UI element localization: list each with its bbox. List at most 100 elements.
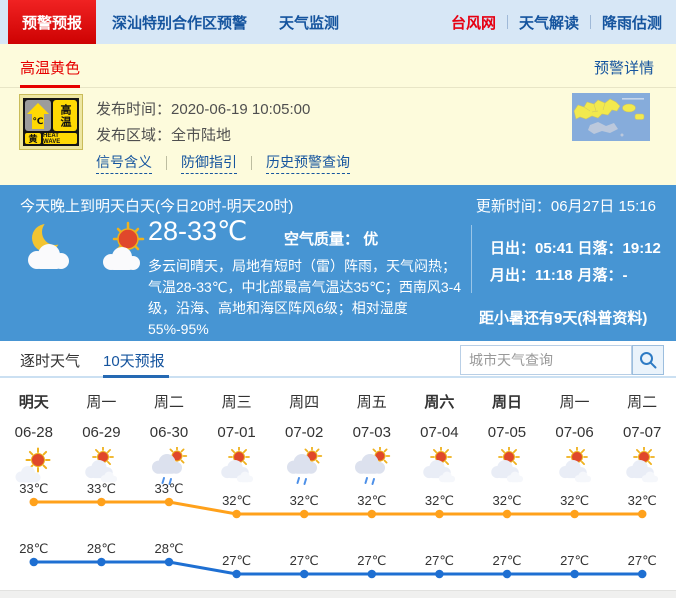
up-arrow-temp-icon: ℃ xyxy=(26,102,50,130)
svg-text:32℃: 32℃ xyxy=(492,493,521,508)
forecast-day-column[interactable]: 周日 07-05 xyxy=(473,378,541,487)
forecast-day-columns: 明天06-28 周一 06-29 周二06-30 周三07-01 周四07-02 xyxy=(0,378,676,487)
forecast-day-column[interactable]: 周五 07-03 xyxy=(338,378,406,487)
sunset: 日落：19:12 xyxy=(578,235,666,262)
top-navigation: 预警预报 深汕特别合作区预警 天气监测 台风网 天气解读 降雨估测 xyxy=(0,0,676,44)
nav-tab-shenshan-warning[interactable]: 深汕特别合作区预警 xyxy=(96,0,263,44)
warning-tab-row: 高温黄色 预警详情 xyxy=(0,44,676,88)
svg-text:28℃: 28℃ xyxy=(154,541,183,556)
svg-text:27℃: 27℃ xyxy=(290,553,319,568)
publish-area-label: 发布区域： xyxy=(96,127,171,144)
warning-section: 高温黄色 预警详情 ℃ 高温 黄 HEAT WAVE 发布时间：2020-06-… xyxy=(0,44,676,185)
city-weather-search-input[interactable] xyxy=(460,345,632,375)
divider xyxy=(166,156,167,170)
current-forecast-section: 今天晚上到明天白天(今日20时-明天20时) 更新时间：06月27日 15:16… xyxy=(0,185,676,341)
update-time-value: 06月27日 15:16 xyxy=(551,198,656,215)
svg-text:27℃: 27℃ xyxy=(560,553,589,568)
day-name-label: 周二 xyxy=(608,391,676,412)
divider xyxy=(590,15,591,29)
top-nav-links: 台风网 天气解读 降雨估测 xyxy=(451,0,676,44)
warning-body: ℃ 高温 黄 HEAT WAVE 发布时间：2020-06-19 10:05:0… xyxy=(0,88,676,184)
divider xyxy=(251,156,252,170)
svg-text:32℃: 32℃ xyxy=(628,493,657,508)
update-time: 更新时间：06月27日 15:16 xyxy=(476,195,656,216)
forecast-period: 今天晚上到明天白天(今日20时-明天20时) xyxy=(20,195,293,216)
date-label: 06-28 xyxy=(0,424,68,441)
svg-text:32℃: 32℃ xyxy=(425,493,454,508)
link-weather-interpretation[interactable]: 天气解读 xyxy=(519,12,579,33)
update-time-label: 更新时间： xyxy=(476,198,551,215)
publish-area-value: 全市陆地 xyxy=(171,127,231,144)
link-typhoon-net[interactable]: 台风网 xyxy=(451,12,496,33)
forecast-tab-bar: 逐时天气 10天预报 xyxy=(0,341,676,378)
low-temp-line-chart: 28℃28℃28℃27℃27℃27℃27℃27℃27℃27℃ xyxy=(0,540,676,594)
publish-time-label: 发布时间： xyxy=(96,101,171,118)
current-header: 今天晚上到明天白天(今日20时-明天20时) 更新时间：06月27日 15:16 xyxy=(0,185,676,216)
day-name-label: 周五 xyxy=(338,391,406,412)
sun-moon-times: 日出：05:41 日落：19:12 月出：11:18 月落：- xyxy=(490,235,665,289)
svg-text:27℃: 27℃ xyxy=(628,553,657,568)
svg-text:28℃: 28℃ xyxy=(87,541,116,556)
tab-hourly-weather[interactable]: 逐时天气 xyxy=(20,350,80,371)
forecast-day-column[interactable]: 周三07-01 xyxy=(203,378,271,487)
weather-description: 多云间晴天，局地有短时（雷）阵雨，天气闷热；气温28-33℃，中北部最高气温达3… xyxy=(148,256,468,340)
day-name-label: 周二 xyxy=(135,391,203,412)
forecast-day-column[interactable]: 周一 07-06 xyxy=(541,378,609,487)
link-rain-estimate[interactable]: 降雨估测 xyxy=(602,12,662,33)
air-quality-value: 优 xyxy=(363,231,378,248)
date-label: 06-29 xyxy=(68,424,136,441)
moonrise: 月出：11:18 xyxy=(490,262,578,289)
forecast-day-column[interactable]: 周二06-30 xyxy=(135,378,203,487)
date-label: 07-05 xyxy=(473,424,541,441)
svg-text:32℃: 32℃ xyxy=(290,493,319,508)
heat-arrow-icon: ℃ xyxy=(25,100,51,131)
heat-wave-warning-icon: ℃ 高温 黄 HEAT WAVE xyxy=(20,95,82,149)
night-cloudy-moon-icon xyxy=(22,221,90,277)
forecast-day-column[interactable]: 周一 06-29 xyxy=(68,378,136,487)
warning-level-char: 黄 xyxy=(25,133,41,144)
high-temp-line-chart: 33℃33℃33℃32℃32℃32℃32℃32℃32℃32℃ xyxy=(0,480,676,534)
divider xyxy=(471,225,472,293)
day-name-label: 周日 xyxy=(473,391,541,412)
date-label: 07-06 xyxy=(541,424,609,441)
forecast-day-column[interactable]: 明天06-28 xyxy=(0,378,68,487)
publish-area-row: 发布区域：全市陆地 xyxy=(96,123,310,149)
date-label: 07-02 xyxy=(270,424,338,441)
forecast-day-column[interactable]: 周二07-07 xyxy=(608,378,676,487)
tab-ten-day-forecast[interactable]: 10天预报 xyxy=(103,350,165,371)
svg-text:33℃: 33℃ xyxy=(87,481,116,496)
svg-text:32℃: 32℃ xyxy=(357,493,386,508)
svg-text:27℃: 27℃ xyxy=(492,553,521,568)
day-name-label: 周一 xyxy=(541,391,609,412)
sunrise: 日出：05:41 xyxy=(490,235,578,262)
heat-wave-type-label: 高温 xyxy=(53,100,77,131)
date-label: 07-03 xyxy=(338,424,406,441)
warning-area-map[interactable] xyxy=(572,93,650,141)
next-section-edge xyxy=(0,590,676,598)
solar-term-note[interactable]: 距小暑还有9天(科普资料) xyxy=(479,307,647,328)
nav-tab-weather-monitor[interactable]: 天气监测 xyxy=(263,0,355,44)
temperature-range: 28-33℃ xyxy=(148,216,247,247)
day-name-label: 周三 xyxy=(203,391,271,412)
svg-text:27℃: 27℃ xyxy=(357,553,386,568)
ten-day-forecast: 明天06-28 周一 06-29 周二06-30 周三07-01 周四07-02 xyxy=(0,378,676,590)
forecast-day-column[interactable]: 周四07-02 xyxy=(270,378,338,487)
warning-level-tab[interactable]: 高温黄色 xyxy=(20,57,80,78)
air-quality: 空气质量： 优 xyxy=(284,228,378,249)
svg-text:33℃: 33℃ xyxy=(19,481,48,496)
svg-text:27℃: 27℃ xyxy=(425,553,454,568)
moonset: 月落：- xyxy=(578,262,666,289)
publish-time-value: 2020-06-19 10:05:00 xyxy=(171,101,310,118)
link-signal-meaning[interactable]: 信号含义 xyxy=(96,152,152,174)
warning-publish-info: 发布时间：2020-06-19 10:05:00 发布区域：全市陆地 xyxy=(96,97,310,149)
svg-text:32℃: 32℃ xyxy=(560,493,589,508)
search-button[interactable] xyxy=(632,345,664,375)
link-defense-guide[interactable]: 防御指引 xyxy=(181,152,237,174)
heat-wave-en-label: HEAT WAVE xyxy=(43,133,77,144)
link-history-warning-query[interactable]: 历史预警查询 xyxy=(266,152,350,174)
nav-tab-warning-forecast[interactable]: 预警预报 xyxy=(8,0,96,44)
forecast-day-column[interactable]: 周六07-04 xyxy=(406,378,474,487)
search-icon xyxy=(638,350,658,370)
day-name-label: 周一 xyxy=(68,391,136,412)
warning-detail-link[interactable]: 预警详情 xyxy=(594,57,654,78)
